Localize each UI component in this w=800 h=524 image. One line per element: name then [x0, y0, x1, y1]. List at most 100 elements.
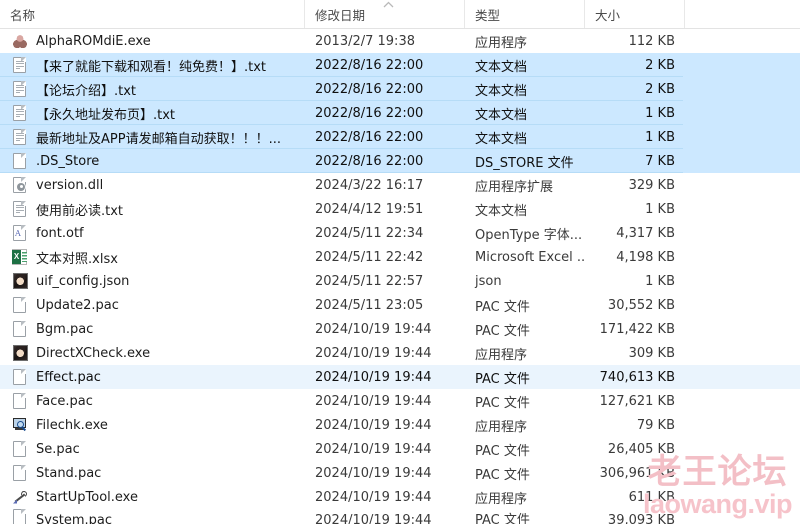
column-header-empty[interactable]	[685, 0, 800, 28]
file-type-cell: OpenType 字体...	[465, 224, 585, 243]
file-name-label: 【论坛介绍】.txt	[36, 83, 137, 99]
file-date-label: 2024/4/12 19:51	[315, 201, 424, 217]
file-row[interactable]: Afont.otf 2024/5/11 22:34 OpenType 字体... 4,…	[0, 221, 800, 245]
file-size-cell: 329 KB	[585, 178, 685, 193]
file-name-cell[interactable]: Se.pac	[0, 440, 305, 458]
file-row[interactable]: Face.pac 2024/10/19 19:44 PAC 文件 127,621 KB	[0, 389, 800, 413]
file-name-cell[interactable]: .DS_Store	[0, 152, 305, 170]
text-file-icon	[12, 80, 28, 98]
file-row[interactable]: Effect.pac 2024/10/19 19:44 PAC 文件 740,613 …	[0, 365, 800, 389]
image-thumbnail-icon	[12, 272, 28, 290]
blank-file-icon	[12, 464, 28, 482]
file-name-cell[interactable]: 【永久地址发布页】.txt	[0, 104, 305, 123]
file-row[interactable]: Bgm.pac 2024/10/19 19:44 PAC 文件 171,422 KB	[0, 317, 800, 341]
file-size-cell: 2 KB	[585, 82, 685, 97]
text-file-icon	[12, 104, 28, 122]
file-row[interactable]: 使用前必读.txt 2024/4/12 19:51 文本文档 1 KB	[0, 197, 800, 221]
file-row[interactable]: Update2.pac 2024/5/11 23:05 PAC 文件 30,552 K…	[0, 293, 800, 317]
blank-file-icon	[12, 368, 28, 386]
file-row[interactable]: X 文本对照.xlsx 2024/5/11 22:42 Microsoft Excel…	[0, 245, 800, 269]
file-size-label: 127,621 KB	[599, 393, 675, 409]
file-date-cell: 2024/5/11 22:34	[305, 226, 465, 241]
file-name-label: font.otf	[36, 225, 84, 241]
file-type-label: 应用程序	[475, 347, 528, 363]
file-date-cell: 2024/10/19 19:44	[305, 346, 465, 361]
file-name-cell[interactable]: Bgm.pac	[0, 320, 305, 338]
column-header-name[interactable]: 名称	[0, 0, 305, 28]
file-name-cell[interactable]: uif_config.json	[0, 272, 305, 290]
file-name-cell[interactable]: StartUpTool.exe	[0, 489, 305, 506]
file-row[interactable]: 最新地址及APP请发邮箱自动获取！！！... 2022/8/16 22:00 文本文…	[0, 125, 800, 149]
file-name-cell[interactable]: Effect.pac	[0, 368, 305, 386]
file-type-label: PAC 文件	[475, 299, 530, 315]
file-row[interactable]: Stand.pac 2024/10/19 19:44 PAC 文件 306,961 K…	[0, 461, 800, 485]
file-name-label: .DS_Store	[36, 153, 100, 169]
file-size-label: 309 KB	[628, 345, 675, 361]
file-name-cell[interactable]: version.dll	[0, 176, 305, 194]
file-date-label: 2024/10/19 19:44	[315, 441, 432, 457]
file-row[interactable]: 【论坛介绍】.txt 2022/8/16 22:00 文本文档 2 KB	[0, 77, 800, 101]
file-date-label: 2024/5/11 23:05	[315, 297, 424, 313]
file-name-cell[interactable]: Update2.pac	[0, 296, 305, 314]
file-type-label: 应用程序	[475, 491, 528, 507]
file-type-label: 应用程序扩展	[475, 179, 554, 195]
file-row[interactable]: StartUpTool.exe 2024/10/19 19:44 应用程序 611 K…	[0, 485, 800, 509]
file-row[interactable]: Filechk.exe 2024/10/19 19:44 应用程序 79 KB	[0, 413, 800, 437]
file-type-label: PAC 文件	[475, 323, 530, 339]
file-date-label: 2024/10/19 19:44	[315, 321, 432, 337]
file-name-cell[interactable]: 使用前必读.txt	[0, 200, 305, 219]
file-name-cell[interactable]: AlphaROMdiE.exe	[0, 33, 305, 50]
file-row[interactable]: System.pac 2024/10/19 19:44 PAC 文件 39,093 K…	[0, 509, 800, 524]
file-size-label: 171,422 KB	[599, 321, 675, 337]
file-size-cell: 1 KB	[585, 202, 685, 217]
file-row[interactable]: version.dll 2024/3/22 16:17 应用程序扩展 329 KB	[0, 173, 800, 197]
file-row[interactable]: Se.pac 2024/10/19 19:44 PAC 文件 26,405 KB	[0, 437, 800, 461]
file-name-cell[interactable]: Afont.otf	[0, 224, 305, 242]
file-size-cell: 171,422 KB	[585, 322, 685, 337]
column-header-date-modified[interactable]: 修改日期	[305, 0, 465, 28]
file-name-label: uif_config.json	[36, 273, 130, 289]
file-name-cell[interactable]: DirectXCheck.exe	[0, 344, 305, 362]
column-header-date-label: 修改日期	[315, 7, 366, 23]
file-size-cell: 112 KB	[585, 34, 685, 49]
file-name-cell[interactable]: Filechk.exe	[0, 417, 305, 434]
file-date-label: 2022/8/16 22:00	[315, 105, 424, 121]
file-type-cell: 应用程序扩展	[465, 176, 585, 195]
file-date-label: 2024/5/11 22:57	[315, 273, 424, 289]
file-row[interactable]: 【来了就能下载和观看！纯免费！】.txt 2022/8/16 22:00 文本文档 2…	[0, 53, 800, 77]
file-row[interactable]: .DS_Store 2022/8/16 22:00 DS_STORE 文件 7 KB	[0, 149, 800, 173]
file-size-label: 2 KB	[645, 57, 675, 73]
file-row[interactable]: 【永久地址发布页】.txt 2022/8/16 22:00 文本文档 1 KB	[0, 101, 800, 125]
file-type-label: DS_STORE 文件	[475, 155, 574, 171]
file-type-cell: PAC 文件	[465, 320, 585, 339]
file-row[interactable]: AlphaROMdiE.exe 2013/2/7 19:38 应用程序 112 KB	[0, 29, 800, 53]
file-name-cell[interactable]: Face.pac	[0, 392, 305, 410]
file-type-cell: 文本文档	[465, 104, 585, 123]
file-type-cell: PAC 文件	[465, 509, 585, 524]
text-file-icon	[12, 56, 28, 74]
column-header-type[interactable]: 类型	[465, 0, 585, 28]
file-date-cell: 2024/10/19 19:44	[305, 442, 465, 457]
file-size-label: 1 KB	[645, 105, 675, 121]
file-name-label: Effect.pac	[36, 369, 101, 385]
file-date-label: 2022/8/16 22:00	[315, 129, 424, 145]
file-name-cell[interactable]: 【论坛介绍】.txt	[0, 80, 305, 99]
file-name-label: 【永久地址发布页】.txt	[36, 107, 176, 123]
file-list[interactable]: AlphaROMdiE.exe 2013/2/7 19:38 应用程序 112 KB 【…	[0, 29, 800, 524]
file-name-cell[interactable]: 最新地址及APP请发邮箱自动获取！！！...	[0, 128, 305, 147]
file-size-label: 611 KB	[628, 489, 675, 505]
file-name-cell[interactable]: Stand.pac	[0, 464, 305, 482]
file-name-cell[interactable]: X 文本对照.xlsx	[0, 248, 305, 267]
file-date-cell: 2024/10/19 19:44	[305, 322, 465, 337]
file-size-cell: 30,552 KB	[585, 298, 685, 313]
file-size-label: 79 KB	[636, 417, 675, 433]
file-row[interactable]: DirectXCheck.exe 2024/10/19 19:44 应用程序 309 …	[0, 341, 800, 365]
file-name-cell[interactable]: System.pac	[0, 509, 305, 524]
file-size-label: 1 KB	[645, 273, 675, 289]
file-row[interactable]: uif_config.json 2024/5/11 22:57 json 1 KB	[0, 269, 800, 293]
file-date-cell: 2024/10/19 19:44	[305, 490, 465, 505]
column-header-size[interactable]: 大小	[585, 0, 685, 28]
file-name-cell[interactable]: 【来了就能下载和观看！纯免费！】.txt	[0, 56, 305, 75]
file-type-label: 文本文档	[475, 59, 528, 75]
file-type-cell: 文本文档	[465, 128, 585, 147]
